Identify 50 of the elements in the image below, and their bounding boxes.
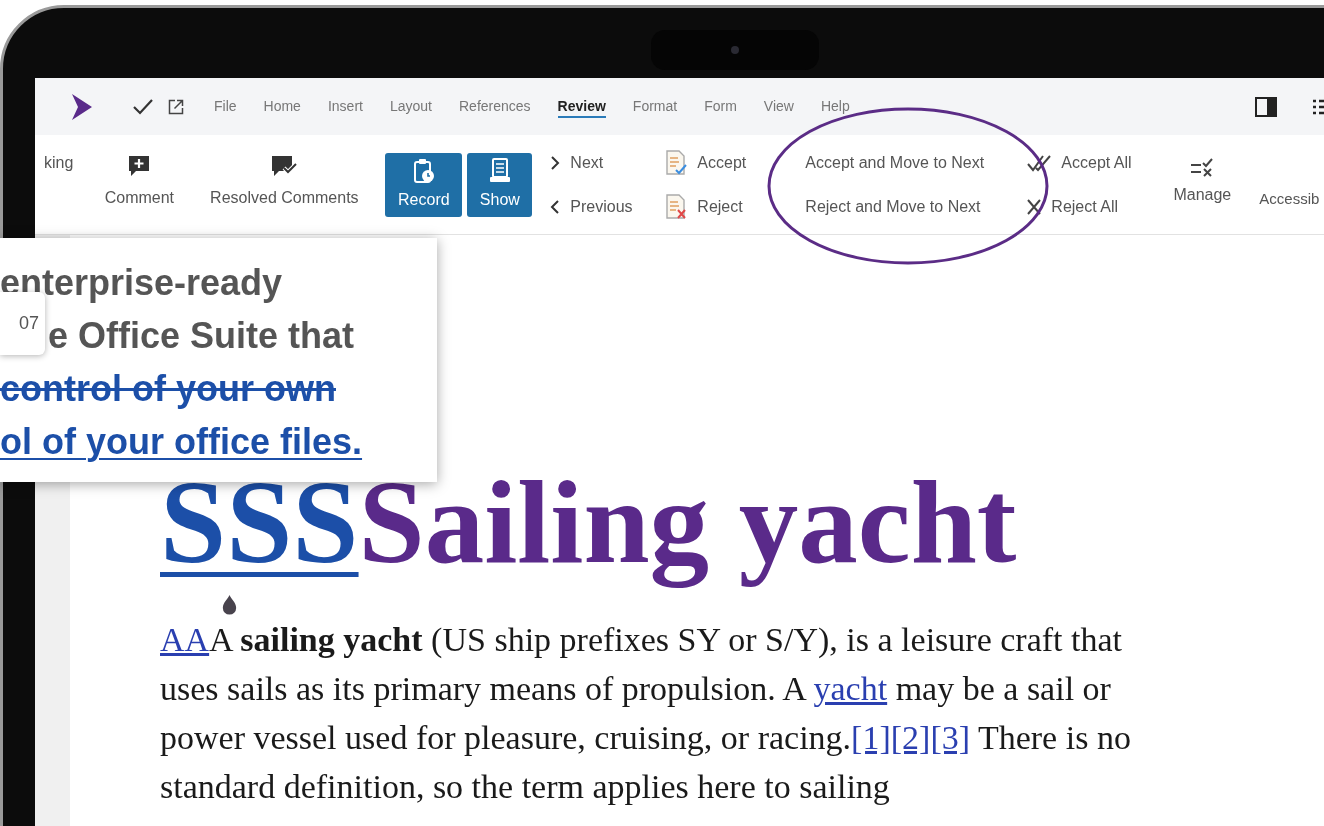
menu-tab[interactable]: Insert	[327, 95, 363, 118]
magnified-text-line: control of your own	[0, 367, 337, 411]
resolved-comments-button[interactable]: Resolved Comments	[203, 135, 366, 210]
document-check-icon	[665, 149, 688, 176]
checkmark-icon[interactable]	[132, 97, 154, 116]
accept-and-move-button[interactable]: Accept and Move to Next	[805, 150, 1028, 175]
menu-tab[interactable]: Layout	[389, 95, 432, 118]
external-link-icon[interactable]	[168, 98, 184, 115]
app-logo	[70, 93, 92, 120]
link[interactable]: yacht	[813, 670, 888, 707]
menu-tab[interactable]: References	[459, 95, 531, 118]
chevron-right-icon	[550, 155, 561, 170]
accept-button[interactable]: Accept	[665, 150, 776, 175]
clipboard-clock-icon	[412, 157, 435, 184]
reject-all-button[interactable]: Reject All	[1027, 194, 1148, 219]
link[interactable]: AA	[160, 621, 210, 658]
next-button[interactable]: Next	[550, 150, 648, 175]
revision-badge: 07	[0, 292, 45, 355]
manage-button[interactable]: Manage	[1167, 135, 1238, 207]
selection-handle[interactable]	[222, 595, 237, 615]
reject-button[interactable]: Reject	[665, 194, 776, 219]
comment-button[interactable]: Comment	[99, 135, 180, 210]
reject-and-move-button[interactable]: Reject and Move to Next	[805, 194, 1028, 219]
toggle-button[interactable]: Record	[385, 152, 463, 217]
body-paragraph: AAA sailing yacht (US ship prefixes SY or S/Y), is a leisure craft that uses sails as its primary means of propulsion. A yacht may be a sail or power vessel used for pleasure, cruising, or racing.[1][2][3] There is no standard definition, so the term applies here to sailing	[160, 620, 1132, 807]
accept-all-button[interactable]: Accept All	[1027, 150, 1148, 175]
menu-tab[interactable]: File	[214, 95, 237, 118]
document-stand-icon	[488, 157, 511, 184]
ribbon-section-label: king	[44, 153, 74, 173]
double-check-icon	[1027, 153, 1052, 172]
magnified-text-line: ol of your office files.	[0, 420, 364, 464]
resolved-comment-icon	[271, 155, 298, 177]
chevron-left-icon	[550, 199, 561, 214]
sidebar-toggle-icon[interactable]	[1255, 96, 1277, 117]
menu-tab[interactable]: Help	[820, 95, 850, 118]
menu-tab[interactable]: Home	[263, 95, 301, 118]
magnified-text-line: e Office Suite that	[48, 314, 355, 358]
menu-tab[interactable]: Form	[704, 95, 737, 118]
list-check-icon	[1190, 157, 1215, 177]
document-cross-icon	[665, 193, 688, 220]
accessibility-button[interactable]: Accessib	[1259, 188, 1320, 211]
previous-button[interactable]: Previous	[550, 194, 648, 219]
menu-tab[interactable]: Format	[632, 95, 678, 118]
cross-icon	[1027, 198, 1042, 215]
add-comment-icon	[128, 155, 151, 177]
link[interactable]: [1][2][3]	[851, 719, 971, 756]
menu-tab[interactable]: Review	[557, 95, 606, 118]
camera-lens	[731, 46, 739, 54]
menu-tab[interactable]: View	[763, 95, 794, 118]
toggle-button[interactable]: Show	[467, 152, 533, 217]
